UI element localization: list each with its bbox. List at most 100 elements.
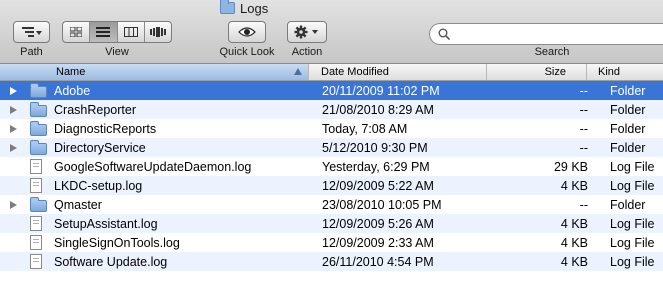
file-name: Software Update.log — [54, 254, 168, 269]
disclosure-cell[interactable] — [0, 138, 30, 157]
document-icon — [30, 159, 42, 174]
disclosure-cell[interactable] — [0, 195, 30, 214]
file-row[interactable]: DirectoryService 5/12/2010 9:30 PM -- Folde… — [0, 138, 663, 157]
file-name: DiagnosticReports — [54, 121, 157, 136]
folder-icon — [30, 120, 47, 136]
file-name: GoogleSoftwareUpdateDaemon.log — [54, 159, 252, 174]
disclosure-cell[interactable] — [0, 81, 30, 100]
file-kind: Folder — [610, 197, 646, 212]
coverflow-view-icon — [149, 27, 166, 37]
quicklook-button[interactable] — [228, 21, 266, 43]
file-size: -- — [579, 197, 588, 212]
file-row[interactable]: SetupAssistant.log 12/09/2009 5:26 AM 4 KB… — [0, 214, 663, 233]
search-icon — [438, 28, 450, 40]
file-row[interactable]: DiagnosticReports Today, 7:08 AM -- Folder — [0, 119, 663, 138]
eye-icon — [238, 27, 256, 37]
action-label: Action — [291, 46, 323, 58]
file-size: 4 KB — [560, 216, 588, 231]
disclosure-cell — [0, 176, 30, 195]
file-icon-cell — [30, 119, 54, 138]
file-name: DirectoryService — [54, 140, 146, 155]
folder-icon — [220, 0, 235, 14]
file-date-modified: 12/09/2009 5:22 AM — [322, 178, 434, 193]
disclosure-triangle-icon[interactable] — [9, 200, 17, 209]
date-column-header[interactable]: Date Modified — [309, 64, 487, 80]
file-icon-cell — [30, 252, 54, 271]
name-column-header[interactable]: Name — [0, 64, 309, 80]
file-row[interactable]: Qmaster 23/08/2010 10:05 PM -- Folder — [0, 195, 663, 214]
file-icon-cell — [30, 157, 54, 176]
folder-icon — [30, 196, 47, 212]
file-name: Adobe — [54, 83, 91, 98]
folder-icon — [30, 82, 47, 98]
file-date-modified: Today, 7:08 AM — [322, 121, 408, 136]
disclosure-cell[interactable] — [0, 119, 30, 138]
disclosure-triangle-icon[interactable] — [9, 105, 17, 114]
sort-ascending-icon — [294, 68, 302, 75]
file-date-modified: 26/11/2010 4:54 PM — [322, 254, 434, 269]
window-title: Logs — [220, 0, 268, 16]
disclosure-cell — [0, 214, 30, 233]
file-row[interactable]: LKDC-setup.log 12/09/2009 5:22 AM 4 KB Log … — [0, 176, 663, 195]
file-size: 4 KB — [560, 178, 588, 193]
file-date-modified: 12/09/2009 2:33 AM — [322, 235, 434, 250]
document-icon — [30, 216, 42, 231]
icon-view-icon — [70, 27, 83, 37]
icon-view-button[interactable] — [63, 22, 91, 42]
disclosure-triangle-icon[interactable] — [9, 143, 17, 152]
path-icon — [21, 27, 42, 37]
file-icon-cell — [30, 138, 54, 157]
file-date-modified: Yesterday, 6:29 PM — [322, 159, 430, 174]
view-label: View — [105, 46, 129, 58]
file-icon-cell — [30, 176, 54, 195]
file-date-modified: 21/08/2010 8:29 AM — [322, 102, 434, 117]
disclosure-cell[interactable] — [0, 100, 30, 119]
file-kind: Log File — [610, 159, 655, 174]
file-size: -- — [579, 83, 588, 98]
file-name: CrashReporter — [54, 102, 136, 117]
file-date-modified: 5/12/2010 9:30 PM — [322, 140, 428, 155]
quicklook-label: Quick Look — [219, 46, 275, 58]
file-size: 29 KB — [553, 159, 588, 174]
view-segmented-control[interactable] — [62, 21, 172, 43]
document-icon — [30, 235, 42, 250]
file-size: -- — [579, 121, 588, 136]
file-kind: Log File — [610, 254, 655, 269]
file-date-modified: 12/09/2009 5:26 AM — [322, 216, 434, 231]
column-header: Name Date Modified Size Kind — [0, 64, 663, 81]
file-row[interactable]: GoogleSoftwareUpdateDaemon.log Yesterday,… — [0, 157, 663, 176]
size-column-label: Size — [544, 66, 566, 78]
file-row[interactable]: CrashReporter 21/08/2010 8:29 AM -- Folder — [0, 100, 663, 119]
file-row[interactable]: Adobe 20/11/2009 11:02 PM -- Folder — [0, 81, 663, 100]
search-input[interactable] — [456, 27, 656, 41]
disclosure-triangle-icon[interactable] — [9, 124, 17, 133]
list-view-button[interactable] — [90, 22, 118, 42]
column-view-button[interactable] — [118, 22, 145, 42]
date-column-label: Date Modified — [321, 66, 389, 78]
file-name: SingleSignOnTools.log — [54, 235, 180, 250]
kind-column-header[interactable]: Kind — [587, 64, 663, 80]
file-name: LKDC-setup.log — [54, 178, 143, 193]
search-field[interactable] — [429, 23, 663, 45]
action-button[interactable] — [287, 21, 327, 43]
name-column-label: Name — [56, 66, 86, 78]
file-size: -- — [579, 102, 588, 117]
disclosure-cell — [0, 252, 30, 271]
file-kind: Folder — [610, 140, 646, 155]
path-button[interactable] — [13, 21, 50, 43]
toolbar: Logs Path View Quick Look Action Search — [0, 0, 663, 64]
file-icon-cell — [30, 233, 54, 252]
folder-icon — [30, 139, 47, 155]
file-row[interactable]: SingleSignOnTools.log 12/09/2009 2:33 AM 4… — [0, 233, 663, 252]
file-date-modified: 20/11/2009 11:02 PM — [322, 83, 440, 98]
coverflow-view-button[interactable] — [145, 22, 171, 42]
file-size: -- — [579, 140, 588, 155]
path-label: Path — [20, 46, 43, 58]
search-label: Search — [534, 46, 570, 58]
document-icon — [30, 254, 42, 269]
file-row[interactable]: Software Update.log 26/11/2010 4:54 PM 4 K… — [0, 252, 663, 271]
disclosure-triangle-icon[interactable] — [9, 86, 17, 95]
file-size: 4 KB — [560, 254, 588, 269]
disclosure-cell — [0, 157, 30, 176]
size-column-header[interactable]: Size — [487, 64, 587, 80]
